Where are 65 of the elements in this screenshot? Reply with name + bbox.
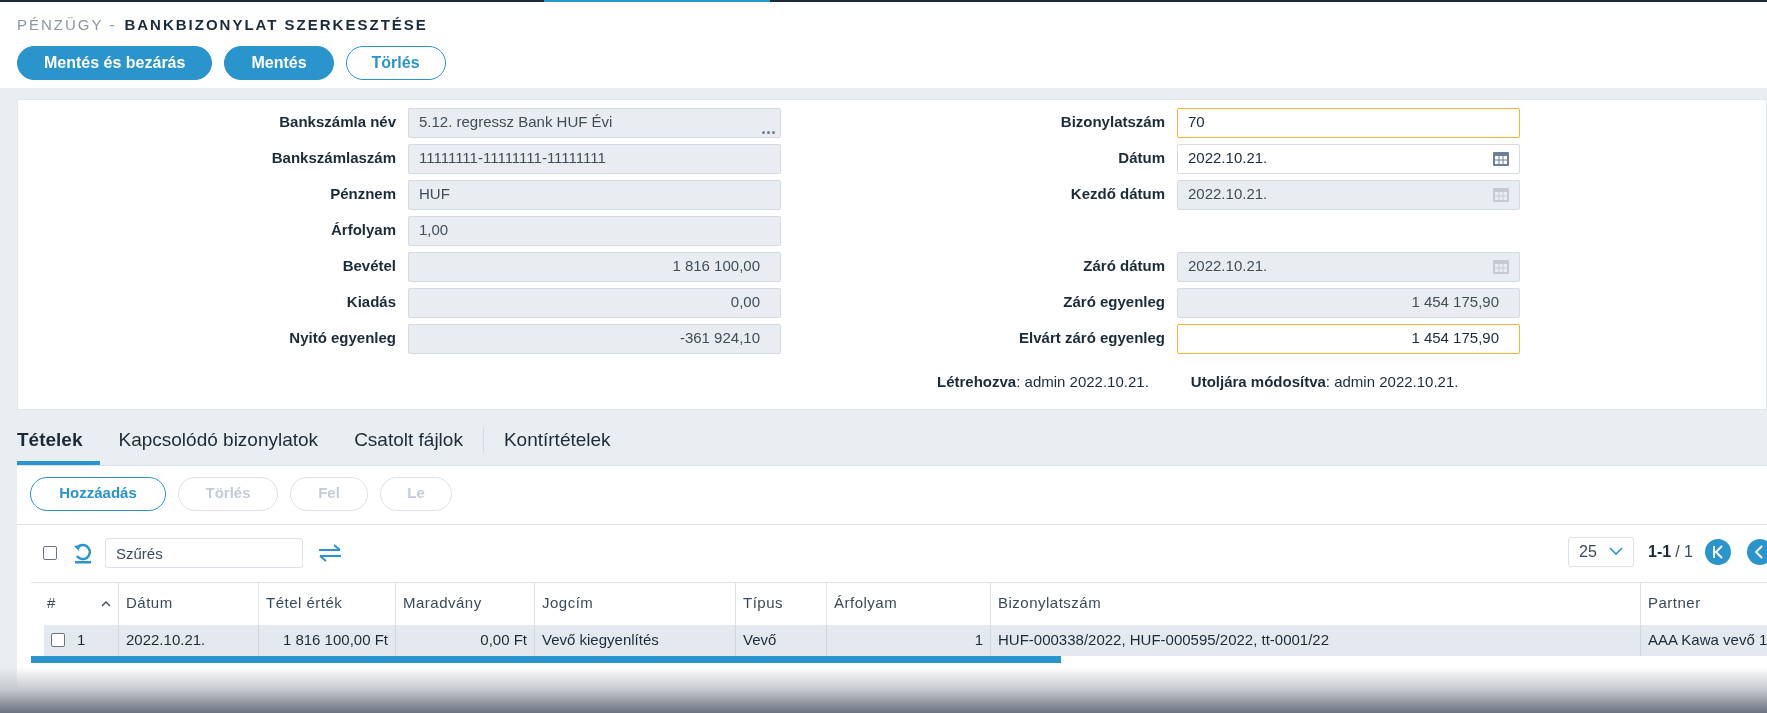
refresh-icon[interactable] [72, 542, 94, 564]
field-label: Bizonylatszám [1059, 112, 1166, 133]
tab[interactable]: Kapcsolódó bizonylatok [100, 420, 337, 465]
table-cell-text: HUF-000338/2022, HUF-000595/2022, tt-0001/22 [998, 629, 1330, 650]
page-title: BANKBIZONYLAT SZERKESZTÉSE [124, 15, 428, 35]
table-cell-text: 1 [77, 629, 86, 650]
previous-page-icon[interactable] [1746, 538, 1767, 565]
column-header[interactable]: Típus [743, 592, 783, 615]
field-label: Bankszámlaszám [270, 148, 397, 169]
tab[interactable]: Kontírtételek [485, 420, 629, 465]
field-label: Kezdő dátum [1069, 184, 1166, 205]
field-label: Záró egyenleg [1062, 292, 1166, 313]
input-field: 11111111-11111111-11111111 [408, 143, 781, 174]
column-header[interactable]: Jogcím [542, 592, 594, 615]
select-all-checkbox[interactable] [43, 546, 57, 560]
table-cell-text: Vevő kiegyenlítés [542, 629, 659, 650]
field-label: Nyitó egyenleg [288, 328, 397, 349]
input-field: 1 816 100,00 [408, 251, 781, 282]
column-header[interactable]: Maradvány [403, 592, 482, 615]
horizontal-scrollbar[interactable] [31, 655, 1061, 663]
table-cell-text: 0,00 Ft [480, 629, 527, 650]
page-total: / 1 [1675, 541, 1693, 562]
input-field: 2022.10.21. [1177, 179, 1520, 210]
input-field: 5.12. regressz Bank HUF Évi [408, 107, 781, 138]
input-field: 2022.10.21. [1177, 251, 1520, 282]
input-field[interactable]: 1 454 175,90 [1177, 323, 1520, 354]
input-field: -361 924,10 [408, 323, 781, 354]
field-label: Dátum [1117, 148, 1166, 169]
field-label: Bevétel [341, 256, 397, 277]
swap-arrows-icon[interactable] [317, 543, 343, 563]
table-cell-text: 2022.10.21. [126, 629, 206, 650]
table-cell-text: 1 [974, 629, 983, 650]
breadcrumb-section: PÉNZÜGY - [17, 14, 117, 37]
table-cell-text: Vevő [743, 629, 777, 650]
column-header[interactable]: Árfolyam [834, 592, 898, 615]
first-page-icon[interactable] [1704, 538, 1731, 565]
field-label: Kiadás [345, 292, 397, 313]
table-cell-text: AAA Kawa vevő 1 [1648, 629, 1767, 650]
input-field[interactable]: 2022.10.21. [1177, 143, 1520, 174]
sort-ascending-icon[interactable] [101, 600, 111, 607]
audit-info: Utoljára módosítva: admin 2022.10.21. [1190, 371, 1459, 392]
page-range: 1-1 [1648, 541, 1672, 562]
row-checkbox[interactable] [51, 633, 65, 647]
column-header[interactable]: # [47, 592, 56, 615]
input-field[interactable]: 70 [1177, 107, 1520, 138]
chevron-down-icon [1609, 547, 1623, 556]
column-header[interactable]: Partner [1648, 592, 1701, 615]
input-field: HUF [408, 179, 781, 210]
input-field: 0,00 [408, 287, 781, 318]
input-field: 1 454 175,90 [1177, 287, 1520, 318]
audit-info: Létrehozva: admin 2022.10.21. [937, 371, 1149, 392]
field-label: Árfolyam [329, 220, 397, 241]
column-header[interactable]: Dátum [126, 592, 173, 615]
field-label: Záró dátum [1082, 256, 1166, 277]
tab[interactable]: Csatolt fájlok [336, 420, 481, 465]
filter-field[interactable]: Szűrés [105, 538, 303, 568]
table-cell-text: 1 816 100,00 Ft [282, 629, 388, 650]
column-header[interactable]: Tétel érték [266, 592, 343, 615]
column-header[interactable]: Bizonylatszám [998, 592, 1102, 615]
input-field: 1,00 [408, 215, 781, 246]
field-label: Bankszámla név [278, 112, 397, 133]
field-label: Elvárt záró egyenleg [1018, 328, 1166, 349]
page-size-select[interactable]: 25 [1568, 536, 1634, 567]
field-label: Pénznem [329, 184, 397, 205]
calendar-icon[interactable] [1493, 151, 1509, 166]
